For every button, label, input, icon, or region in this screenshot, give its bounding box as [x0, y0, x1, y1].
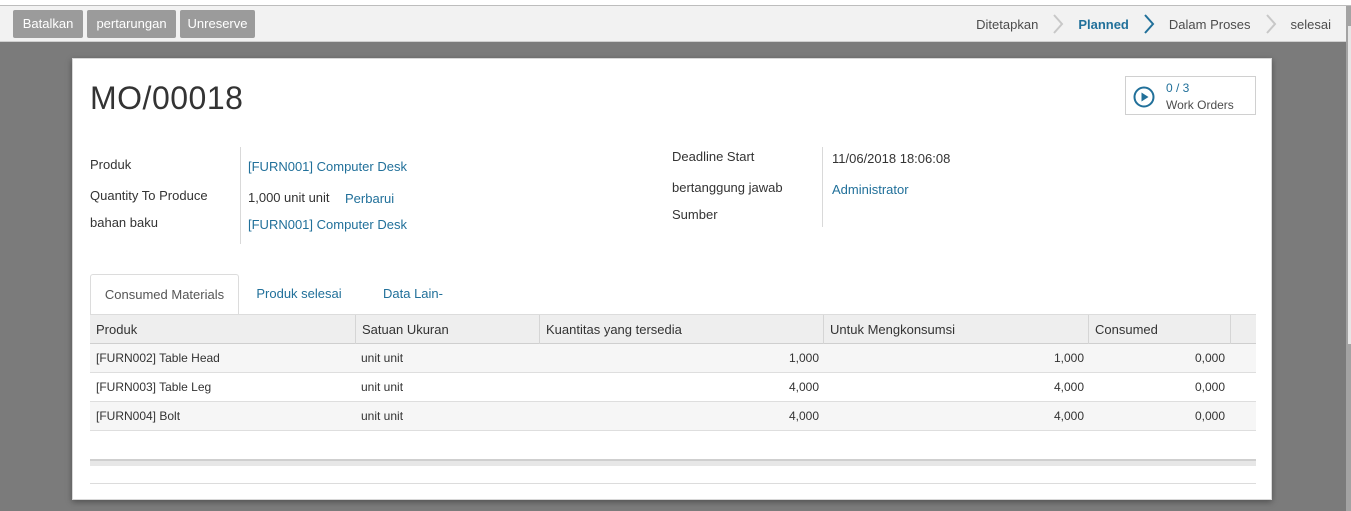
chevron-right-icon [1262, 6, 1280, 42]
cell-uom: unit unit [361, 380, 404, 394]
stage-breadcrumb: Ditetapkan Planned Dalam Proses selesai [976, 6, 1331, 42]
chevron-right-icon [1140, 6, 1158, 42]
cell-consumed: 0,000 [1194, 409, 1225, 423]
source-label: Sumber [672, 207, 718, 222]
update-quantity-button[interactable]: Perbarui [345, 191, 394, 206]
cell-product: [FURN004] Bolt [96, 409, 181, 423]
quantity-label: Quantity To Produce [90, 188, 208, 203]
table-footer [90, 459, 1256, 466]
deadline-label: Deadline Start [672, 149, 755, 164]
table-row[interactable]: [FURN002] Table Head unit unit 1,000 1,0… [90, 344, 1256, 373]
cell-uom: unit unit [361, 409, 404, 423]
chevron-right-icon [1049, 6, 1067, 42]
cell-available: 1,000 [788, 351, 819, 365]
column-consumed[interactable]: Consumed [1089, 315, 1231, 344]
bom-label: bahan baku [90, 215, 158, 230]
cell-available: 4,000 [788, 409, 819, 423]
tab-other-info[interactable]: Data Lain-lain [373, 274, 453, 341]
form-sheet: 0 / 3 Work Orders MO/00018 Produk [FURN0… [72, 58, 1272, 500]
quantity-unit: unit unit [284, 190, 330, 205]
responsible-label: bertanggung jawab [672, 180, 783, 195]
column-to-consume[interactable]: Untuk Mengkonsumsi [824, 315, 1089, 344]
cell-to-consume: 4,000 [1053, 409, 1084, 423]
column-product[interactable]: Produk [90, 315, 356, 344]
work-orders-count: 0 / 3 [1166, 81, 1190, 95]
field-separator [822, 147, 823, 227]
status-bar: Batalkan pertarungan Unreserve Ditetapka… [0, 6, 1351, 42]
work-orders-button[interactable]: 0 / 3 Work Orders [1125, 76, 1256, 115]
tab-finished-products[interactable]: Produk selesai [256, 274, 342, 315]
column-extra [1231, 315, 1256, 344]
page-title: MO/00018 [90, 80, 244, 116]
cell-consumed: 0,000 [1194, 351, 1225, 365]
bom-field[interactable]: [FURN001] Computer Desk [248, 217, 407, 232]
cell-to-consume: 1,000 [1053, 351, 1084, 365]
play-circle-icon [1133, 86, 1155, 108]
work-orders-label: Work Orders [1166, 98, 1234, 112]
stage-planned[interactable]: Planned [1078, 17, 1129, 32]
quantity-value[interactable]: 1,000 [248, 190, 281, 205]
column-uom[interactable]: Satuan Ukuran [356, 315, 540, 344]
cancel-button[interactable]: Batalkan [13, 10, 83, 38]
unreserve-button[interactable]: Unreserve [180, 10, 255, 38]
stage-done[interactable]: selesai [1291, 17, 1331, 32]
cell-available: 4,000 [788, 380, 819, 394]
field-separator [240, 147, 241, 244]
table-row[interactable]: [FURN003] Table Leg unit unit 4,000 4,00… [90, 373, 1256, 402]
deadline-value[interactable]: 11/06/2018 18:06:08 [832, 151, 950, 166]
cell-product: [FURN002] Table Head [96, 351, 220, 365]
table-header: Produk Satuan Ukuran Kuantitas yang ters… [90, 314, 1256, 344]
cell-uom: unit unit [361, 351, 404, 365]
stage-ditetapkan[interactable]: Ditetapkan [976, 17, 1038, 32]
cell-consumed: 0,000 [1194, 380, 1225, 394]
divider [90, 483, 1256, 484]
notebook-tabs: Consumed Materials Produk selesai Data L… [90, 274, 1256, 341]
match-button[interactable]: pertarungan [87, 10, 176, 38]
responsible-field[interactable]: Administrator [832, 182, 909, 197]
table-row[interactable]: [FURN004] Bolt unit unit 4,000 4,000 0,0… [90, 402, 1256, 431]
cell-to-consume: 4,000 [1053, 380, 1084, 394]
scrollbar[interactable] [1346, 6, 1351, 511]
tab-consumed-materials[interactable]: Consumed Materials [90, 274, 239, 315]
consumed-materials-table: Produk Satuan Ukuran Kuantitas yang ters… [90, 314, 1256, 431]
cell-product: [FURN003] Table Leg [96, 380, 212, 394]
product-field[interactable]: [FURN001] Computer Desk [248, 159, 407, 174]
column-available[interactable]: Kuantitas yang tersedia [540, 315, 824, 344]
stage-in-progress[interactable]: Dalam Proses [1169, 17, 1251, 32]
product-label: Produk [90, 157, 132, 172]
